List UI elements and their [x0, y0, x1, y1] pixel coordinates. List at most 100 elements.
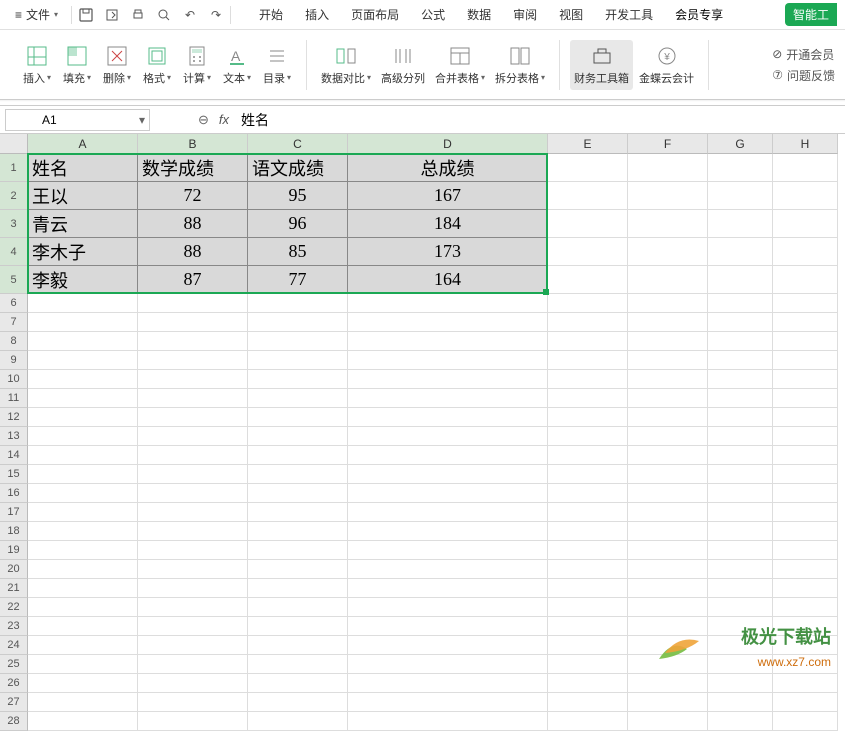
row-header[interactable]: 19 [0, 541, 28, 560]
cell[interactable] [773, 427, 838, 446]
cell[interactable] [248, 636, 348, 655]
cell[interactable] [773, 712, 838, 731]
cell[interactable] [628, 560, 708, 579]
cell[interactable] [628, 238, 708, 266]
cell[interactable] [708, 636, 773, 655]
cell[interactable] [628, 351, 708, 370]
cell[interactable] [138, 332, 248, 351]
cell[interactable] [548, 332, 628, 351]
cell[interactable] [773, 598, 838, 617]
data-compare-button[interactable]: 数据对比▾ [317, 40, 375, 90]
text-button[interactable]: A 文本▾ [218, 40, 256, 90]
cell[interactable] [348, 389, 548, 408]
cell[interactable] [248, 655, 348, 674]
cell[interactable] [708, 503, 773, 522]
cell[interactable]: 青云 [28, 210, 138, 238]
cell[interactable] [773, 182, 838, 210]
cell[interactable] [548, 693, 628, 712]
tab-review[interactable]: 审阅 [511, 4, 539, 25]
cell[interactable] [628, 655, 708, 674]
cell[interactable]: 72 [138, 182, 248, 210]
row-header[interactable]: 3 [0, 210, 28, 238]
cell[interactable]: 88 [138, 210, 248, 238]
cell[interactable] [773, 522, 838, 541]
cell[interactable] [28, 560, 138, 579]
smart-tools-button[interactable]: 智能工 [785, 3, 837, 26]
row-header[interactable]: 21 [0, 579, 28, 598]
cell[interactable] [348, 655, 548, 674]
cell[interactable] [248, 313, 348, 332]
cell[interactable] [28, 427, 138, 446]
cell[interactable] [348, 712, 548, 731]
cell[interactable] [28, 503, 138, 522]
row-header[interactable]: 17 [0, 503, 28, 522]
advanced-split-button[interactable]: 高级分列 [377, 40, 429, 90]
cell[interactable] [248, 541, 348, 560]
cell[interactable] [708, 560, 773, 579]
tab-developer[interactable]: 开发工具 [603, 4, 655, 25]
tab-page-layout[interactable]: 页面布局 [349, 4, 401, 25]
cell[interactable] [708, 408, 773, 427]
cell[interactable] [28, 674, 138, 693]
tab-view[interactable]: 视图 [557, 4, 585, 25]
cell[interactable] [773, 636, 838, 655]
chevron-down-icon[interactable]: ▾ [139, 113, 145, 127]
cell[interactable]: 77 [248, 266, 348, 294]
cell[interactable] [348, 351, 548, 370]
merge-table-button[interactable]: 合并表格▾ [431, 40, 489, 90]
cell[interactable] [548, 182, 628, 210]
row-header[interactable]: 7 [0, 313, 28, 332]
cell[interactable] [773, 238, 838, 266]
cell[interactable] [248, 598, 348, 617]
column-header[interactable]: E [548, 134, 628, 154]
cell[interactable] [248, 484, 348, 503]
feedback-link[interactable]: ⑦ 问题反馈 [772, 67, 835, 84]
cell[interactable] [773, 389, 838, 408]
cell[interactable] [708, 446, 773, 465]
cell[interactable] [628, 408, 708, 427]
cell[interactable]: 李毅 [28, 266, 138, 294]
cell[interactable] [548, 154, 628, 182]
cell[interactable] [248, 389, 348, 408]
cell[interactable] [628, 522, 708, 541]
row-header[interactable]: 13 [0, 427, 28, 446]
cell[interactable] [628, 579, 708, 598]
cell[interactable]: 姓名 [28, 154, 138, 182]
export-icon[interactable] [104, 7, 120, 23]
cell[interactable] [28, 636, 138, 655]
cell[interactable] [773, 617, 838, 636]
cell[interactable] [708, 655, 773, 674]
cell[interactable] [248, 522, 348, 541]
cell[interactable] [708, 313, 773, 332]
cell[interactable] [708, 712, 773, 731]
cell[interactable] [773, 541, 838, 560]
cell[interactable] [138, 636, 248, 655]
cell[interactable] [248, 351, 348, 370]
cell[interactable] [348, 579, 548, 598]
cell[interactable] [548, 294, 628, 313]
cell[interactable] [348, 465, 548, 484]
formula-input[interactable] [233, 110, 845, 130]
cell[interactable] [138, 389, 248, 408]
cell[interactable] [138, 560, 248, 579]
cell[interactable] [628, 210, 708, 238]
row-header[interactable]: 9 [0, 351, 28, 370]
cell[interactable] [548, 712, 628, 731]
cell[interactable] [28, 598, 138, 617]
row-header[interactable]: 24 [0, 636, 28, 655]
cell[interactable]: 95 [248, 182, 348, 210]
cell[interactable] [28, 351, 138, 370]
cell[interactable] [138, 522, 248, 541]
cell[interactable] [548, 389, 628, 408]
cell[interactable] [348, 617, 548, 636]
cell[interactable]: 167 [348, 182, 548, 210]
cell[interactable] [773, 294, 838, 313]
cell[interactable]: 王以 [28, 182, 138, 210]
column-header[interactable]: C [248, 134, 348, 154]
cell[interactable] [773, 674, 838, 693]
cell[interactable] [348, 427, 548, 446]
cell[interactable] [708, 370, 773, 389]
cell[interactable] [28, 579, 138, 598]
cell[interactable] [138, 579, 248, 598]
cell[interactable] [138, 427, 248, 446]
